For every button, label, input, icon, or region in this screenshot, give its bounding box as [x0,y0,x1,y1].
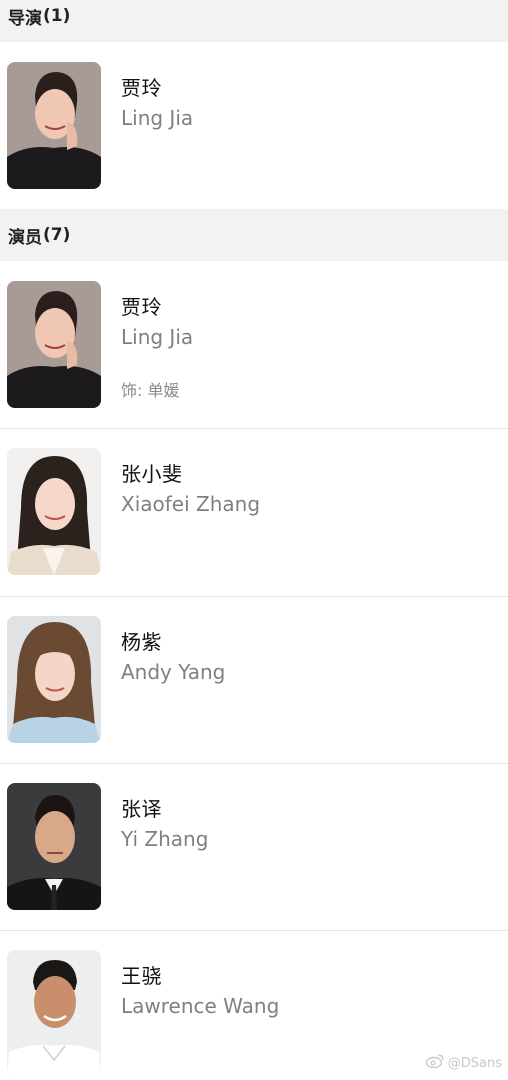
person-photo-icon [7,448,101,575]
person-name-en: Ling Jia [121,106,194,130]
person-name-cn: 杨紫 [121,630,162,654]
director-item[interactable]: 贾玲 Ling Jia [0,62,508,190]
person-photo-icon [7,950,101,1077]
section-count: (1) [43,6,71,26]
cast-item[interactable]: 贾玲 Ling Jia 饰: 单媛 [0,281,508,409]
person-photo-icon [7,281,101,408]
cast-item[interactable]: 杨紫 Andy Yang [0,616,508,744]
person-name-cn: 张译 [121,797,162,821]
person-name-en: Lawrence Wang [121,994,280,1018]
divider [0,763,508,764]
divider [0,930,508,931]
person-name-en: Andy Yang [121,660,226,684]
section-title: 导演 [8,8,42,29]
person-name-cn: 王骁 [121,964,162,988]
divider [0,428,508,429]
person-name-cn: 贾玲 [121,295,162,319]
section-header-director: 导演 (1) [0,0,508,42]
person-photo-icon [7,783,101,910]
divider [0,596,508,597]
cast-item[interactable]: 张小斐 Xiaofei Zhang [0,448,508,576]
person-name-en: Ling Jia [121,325,194,349]
weibo-icon [425,1054,444,1072]
person-role: 饰: 单媛 [121,381,180,400]
watermark: @DSans [425,1054,502,1072]
person-name-en: Xiaofei Zhang [121,492,261,516]
section-count: (7) [43,225,71,245]
cast-item[interactable]: 张译 Yi Zhang [0,783,508,911]
person-photo-icon [7,62,101,189]
person-name-cn: 贾玲 [121,76,162,100]
person-name-cn: 张小斐 [121,462,183,486]
person-photo-icon [7,616,101,743]
watermark-text: @DSans [447,1055,502,1071]
person-name-en: Yi Zhang [121,827,209,851]
section-header-cast: 演员 (7) [0,209,508,261]
section-title: 演员 [8,227,42,248]
